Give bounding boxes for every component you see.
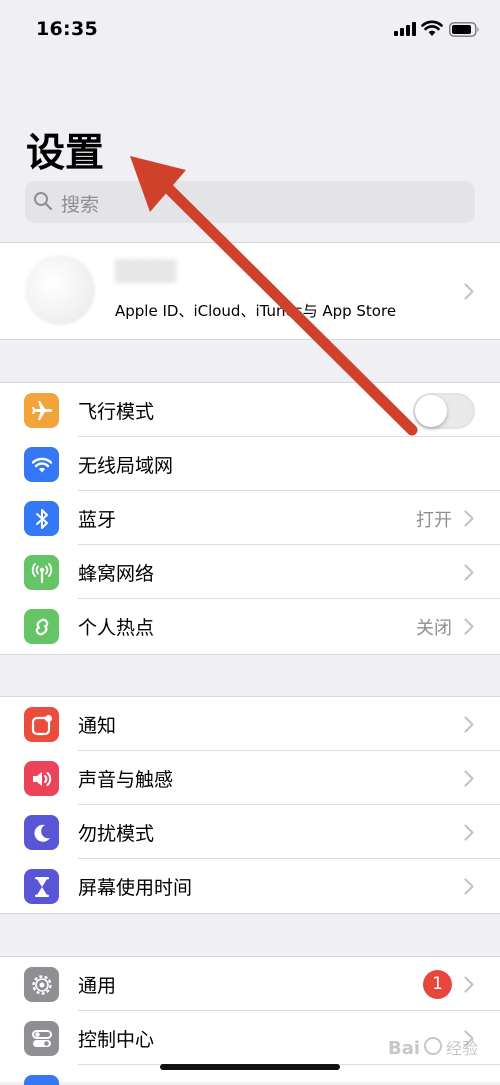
chevron-right-icon xyxy=(464,770,474,787)
row-airplane-mode[interactable]: 飞行模式 xyxy=(0,383,500,437)
speaker-icon xyxy=(24,761,59,796)
gear-icon xyxy=(24,967,59,1002)
svg-text:Bai: Bai xyxy=(388,1038,420,1059)
chevron-right-icon xyxy=(464,976,474,993)
search-bar[interactable]: 搜索 xyxy=(25,181,475,223)
do-not-disturb-label: 勿扰模式 xyxy=(78,823,155,845)
wifi-status-icon xyxy=(421,20,443,36)
wifi-icon xyxy=(24,447,59,482)
chevron-right-icon xyxy=(464,283,474,300)
personal-hotspot-label: 个人热点 xyxy=(78,617,155,639)
cellular-antenna-icon xyxy=(24,555,59,590)
row-screen-time[interactable]: 屏幕使用时间 xyxy=(0,859,500,913)
search-placeholder: 搜索 xyxy=(61,194,100,216)
avatar xyxy=(25,255,95,325)
screen-time-label: 屏幕使用时间 xyxy=(78,877,193,899)
moon-icon xyxy=(24,815,59,850)
control-center-label: 控制中心 xyxy=(78,1029,155,1051)
svg-text:经验: 经验 xyxy=(446,1039,478,1058)
airplane-mode-label: 飞行模式 xyxy=(78,401,155,423)
chevron-right-icon xyxy=(464,824,474,841)
update-badge: 1 xyxy=(423,970,452,999)
hourglass-icon xyxy=(24,869,59,904)
notifications-label: 通知 xyxy=(78,715,117,737)
row-notifications[interactable]: 通知 xyxy=(0,697,500,751)
hotspot-status: 关闭 xyxy=(416,618,452,639)
row-wifi[interactable]: 无线局域网 xyxy=(0,437,500,491)
cellular-signal-icon xyxy=(394,22,416,36)
row-general[interactable]: 通用 1 xyxy=(0,957,500,1011)
status-time: 16:35 xyxy=(36,18,98,40)
bluetooth-icon xyxy=(24,501,59,536)
profile-subtitle: Apple ID、iCloud、iTunes与 App Store xyxy=(115,302,397,320)
hotspot-link-icon xyxy=(24,609,59,644)
chevron-right-icon xyxy=(464,716,474,733)
wifi-label: 无线局域网 xyxy=(78,455,174,477)
baidu-watermark: Bai 经验 xyxy=(386,1030,484,1064)
page-title: 设置 xyxy=(26,131,105,176)
row-personal-hotspot[interactable]: 个人热点 关闭 xyxy=(0,599,500,653)
next-row-icon-partial xyxy=(24,1075,59,1085)
chevron-right-icon xyxy=(464,878,474,895)
row-bluetooth[interactable]: 蓝牙 打开 xyxy=(0,491,500,545)
control-switches-icon xyxy=(24,1021,59,1056)
airplane-mode-toggle[interactable] xyxy=(413,393,475,429)
row-cellular[interactable]: 蜂窝网络 xyxy=(0,545,500,599)
status-bar: 16:35 xyxy=(0,0,500,60)
connectivity-group: 飞行模式 无线局域网 蓝牙 打开 蜂窝网络 个人热点 关闭 xyxy=(0,382,500,655)
airplane-icon xyxy=(24,393,59,428)
row-do-not-disturb[interactable]: 勿扰模式 xyxy=(0,805,500,859)
bluetooth-status: 打开 xyxy=(416,510,452,531)
search-icon xyxy=(34,192,53,211)
general-label: 通用 xyxy=(78,975,117,997)
battery-icon xyxy=(449,22,479,37)
toggle-knob xyxy=(415,395,447,427)
chevron-right-icon xyxy=(464,510,474,527)
cellular-label: 蜂窝网络 xyxy=(78,563,155,585)
home-indicator xyxy=(160,1064,340,1070)
sounds-label: 声音与触感 xyxy=(78,769,174,791)
profile-name-redacted: ████ xyxy=(115,259,177,283)
chevron-right-icon xyxy=(464,564,474,581)
chevron-right-icon xyxy=(464,618,474,635)
row-sounds-haptics[interactable]: 声音与触感 xyxy=(0,751,500,805)
notifications-group: 通知 声音与触感 勿扰模式 屏幕使用时间 xyxy=(0,696,500,914)
notifications-icon xyxy=(24,707,59,742)
bluetooth-label: 蓝牙 xyxy=(78,509,117,531)
apple-id-profile-row[interactable]: ████ Apple ID、iCloud、iTunes与 App Store xyxy=(0,242,500,340)
